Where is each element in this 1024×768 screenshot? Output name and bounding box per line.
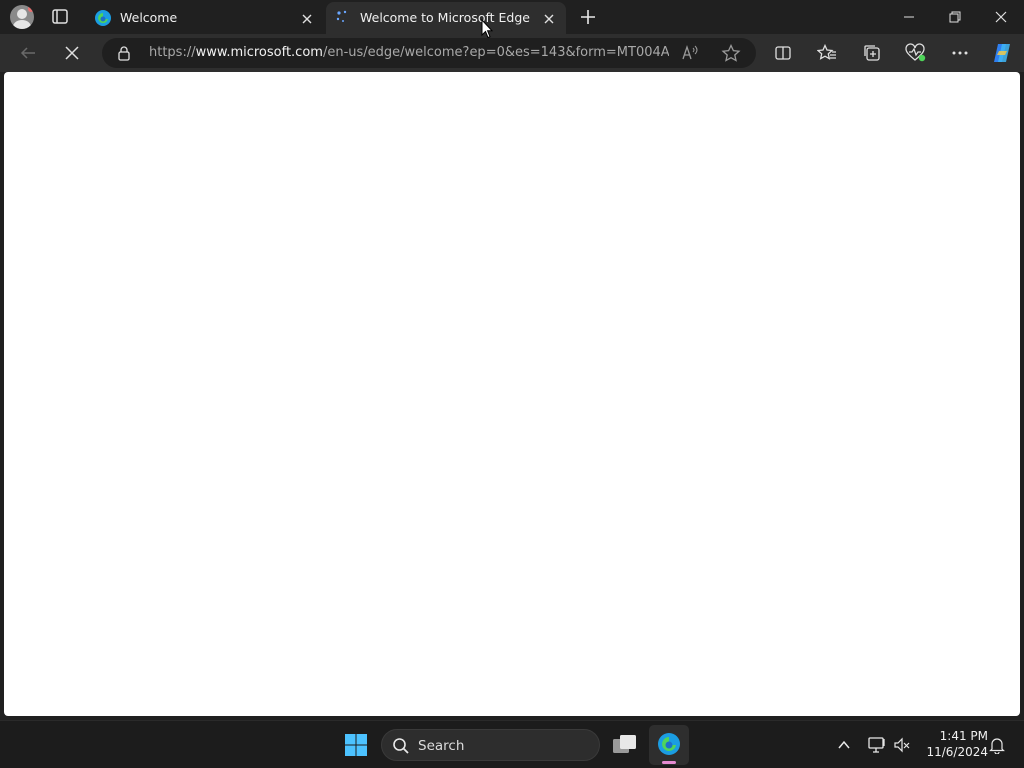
favorite-star-icon[interactable]: [721, 43, 741, 62]
tab-title: Welcome to Microsoft Edge: [360, 10, 530, 25]
tab-actions-menu-icon[interactable]: [50, 8, 70, 26]
notification-dot: [28, 6, 34, 12]
close-tab-icon[interactable]: [300, 11, 314, 25]
read-aloud-icon[interactable]: [680, 44, 700, 62]
search-label: Search: [418, 738, 465, 754]
taskbar-edge-button[interactable]: [649, 725, 689, 765]
active-app-indicator: [662, 761, 676, 764]
address-bar[interactable]: https://www.microsoft.com/en-us/edge/wel…: [102, 38, 756, 68]
taskbar: Search 1:41 PM 11/6/2024: [0, 720, 1024, 768]
browser-essentials-icon[interactable]: [904, 41, 928, 65]
system-clock[interactable]: 1:41 PM 11/6/2024: [918, 728, 988, 760]
url-text[interactable]: https://www.microsoft.com/en-us/edge/wel…: [149, 45, 669, 60]
collections-icon[interactable]: [860, 41, 884, 65]
url-domain: www.microsoft.com: [195, 45, 323, 60]
edge-icon: [94, 9, 112, 27]
search-icon: [392, 737, 410, 755]
tab-title: Welcome: [120, 10, 178, 25]
favorites-icon[interactable]: [815, 41, 839, 65]
web-content-area[interactable]: [4, 72, 1020, 716]
notification-bell-icon[interactable]: [988, 736, 1006, 755]
tab-welcome[interactable]: Welcome: [86, 2, 324, 34]
volume-muted-icon[interactable]: [893, 736, 911, 754]
back-arrow-icon[interactable]: [16, 41, 40, 65]
windows-start-icon[interactable]: [344, 733, 368, 757]
restore-icon[interactable]: [932, 0, 978, 34]
loading-spinner-icon: [334, 9, 352, 27]
lock-icon[interactable]: [116, 45, 132, 61]
tab-welcome-to-edge[interactable]: Welcome to Microsoft Edge: [326, 2, 566, 34]
more-options-icon[interactable]: [948, 41, 972, 65]
avatar-head: [17, 9, 27, 19]
new-tab-icon[interactable]: [577, 6, 599, 28]
clock-time: 1:41 PM: [939, 729, 988, 743]
task-view-icon[interactable]: [612, 733, 638, 757]
url-scheme: https://: [149, 45, 196, 60]
browser-toolbar: https://www.microsoft.com/en-us/edge/wel…: [0, 34, 1024, 72]
chevron-up-icon[interactable]: [836, 737, 852, 753]
close-window-icon[interactable]: [978, 0, 1024, 34]
avatar-body: [13, 20, 31, 29]
clock-date: 11/6/2024: [926, 745, 988, 759]
network-icon[interactable]: [867, 735, 887, 755]
edge-icon: [657, 732, 681, 756]
profile-avatar-button[interactable]: [10, 5, 34, 29]
taskbar-search-box[interactable]: Search: [381, 729, 600, 761]
copilot-icon[interactable]: [990, 41, 1014, 65]
minimize-icon[interactable]: [886, 0, 932, 34]
close-tab-icon[interactable]: [542, 11, 556, 25]
split-screen-icon[interactable]: [771, 41, 795, 65]
url-path: /en-us/edge/welcome?ep=0&es=143&form=MT0…: [322, 45, 669, 60]
mouse-cursor-icon: [481, 18, 494, 39]
stop-loading-icon[interactable]: [60, 41, 84, 65]
tab-strip: Welcome Welcome to Microsoft Edge: [0, 0, 1024, 34]
